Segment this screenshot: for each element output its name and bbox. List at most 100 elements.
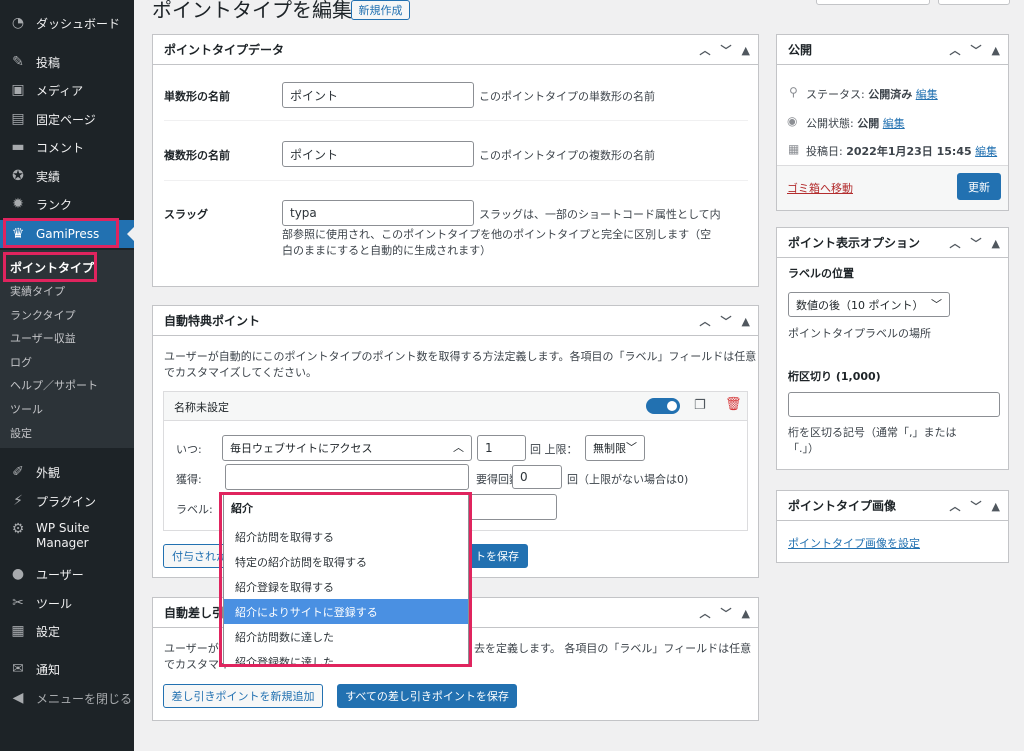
menu-appearance[interactable]: ✐ 外観 xyxy=(0,458,134,486)
chevron-up-icon[interactable]: ︿ xyxy=(700,313,711,329)
separator-help: 桁を区切る記号（通常「,」または xyxy=(788,426,957,439)
help-tab[interactable] xyxy=(938,0,1010,5)
auto-award-desc-line2: でカスタマイズしてください。 xyxy=(164,366,318,379)
new-button[interactable]: 新規作成 xyxy=(351,0,410,20)
auto-deduct-desc-left: ユーザーが xyxy=(164,642,219,655)
status-edit-link[interactable]: 編集 xyxy=(916,88,938,101)
mail-icon: ✉ xyxy=(12,661,24,677)
chevron-down-icon[interactable]: ﹀ xyxy=(971,235,982,251)
menu-label: ツール xyxy=(36,596,73,611)
chevron-up-icon[interactable]: ︿ xyxy=(950,235,961,251)
toggle-arrow-icon[interactable]: ▲ xyxy=(742,315,750,328)
chevron-down-icon[interactable]: ﹀ xyxy=(971,42,982,58)
menu-pages[interactable]: ▤ 固定ページ xyxy=(0,105,134,133)
label-position-label: ラベルの位置 xyxy=(788,267,854,280)
earn-input[interactable] xyxy=(225,464,469,490)
limit-label: 回 上限： xyxy=(530,443,578,456)
award-icon: ✪ xyxy=(12,168,24,184)
menu-collapse[interactable]: ◀ メニューを閉じる xyxy=(0,684,134,712)
menu-label: メディア xyxy=(36,83,84,98)
submenu-help-support[interactable]: ヘルプ／サポート xyxy=(10,377,98,393)
date-edit-link[interactable]: 編集 xyxy=(975,145,997,158)
chevron-down-icon[interactable]: ﹀ xyxy=(971,498,982,514)
menu-dashboard[interactable]: ◔ ダッシュボード xyxy=(0,9,134,37)
singular-input[interactable]: ポイント xyxy=(282,82,474,108)
slug-help-line2: 部参照に使用され、このポイントタイプを他のポイントタイプと完全に区別します（空 xyxy=(282,228,712,241)
separator-input[interactable] xyxy=(788,392,1000,417)
type-image-panel: ポイントタイプ画像 ︿ ﹀ ▲ xyxy=(776,490,1009,563)
date-row: 投稿日: 2022年1月23日 15:45 編集 xyxy=(806,143,997,159)
menu-users[interactable]: ● ユーザー xyxy=(0,560,134,588)
toggle-arrow-icon[interactable]: ▲ xyxy=(992,500,1000,513)
menu-label: コメント xyxy=(36,140,85,155)
menu-media[interactable]: ▣ メディア xyxy=(0,76,134,104)
toggle-arrow-icon[interactable]: ▲ xyxy=(992,237,1000,250)
panel-title: 自動差し引 xyxy=(164,606,225,620)
copy-icon[interactable]: ❐ xyxy=(694,398,706,413)
chevron-up-icon[interactable]: ︿ xyxy=(700,42,711,58)
menu-ranks[interactable]: ✹ ランク xyxy=(0,190,134,218)
panel-title: 自動特典ポイント xyxy=(164,314,261,328)
menu-settings[interactable]: ▦ 設定 xyxy=(0,617,134,645)
visibility-label: 公開状態: xyxy=(806,117,854,130)
panel-header: 自動特典ポイント ︿ ﹀ ▲ xyxy=(153,306,758,336)
plural-input[interactable]: ポイント xyxy=(282,141,474,167)
add-deduct-button[interactable]: 差し引きポイントを新規追加 xyxy=(163,684,323,708)
count-input[interactable]: 1 xyxy=(477,435,526,461)
divider xyxy=(164,120,748,121)
menu-achievements[interactable]: ✪ 実績 xyxy=(0,162,134,190)
chevron-up-icon[interactable]: ︿ xyxy=(950,498,961,514)
limit-select[interactable]: 無制限 ﹀ xyxy=(585,435,645,461)
submenu-achievement-types[interactable]: 実績タイプ xyxy=(10,283,65,299)
chevron-down-icon[interactable]: ﹀ xyxy=(721,313,732,329)
submenu-rank-types[interactable]: ランクタイプ xyxy=(10,307,76,323)
menu-label: 実績 xyxy=(36,169,61,184)
toggle-arrow-icon[interactable]: ▲ xyxy=(992,44,1000,57)
admin-sidebar: ◔ ダッシュボード ✎ 投稿 ▣ メディア ▤ 固定ページ ▬ コメント ✪ 実績 ✹ ランク… xyxy=(0,0,134,751)
required-times-input[interactable]: 0 xyxy=(512,465,562,489)
chevron-up-icon[interactable]: ︿ xyxy=(950,42,961,58)
slug-help: スラッグは、一部のショートコード属性として内 xyxy=(479,208,721,221)
trash-link[interactable]: ゴミ箱へ移動 xyxy=(787,180,853,196)
submenu-tools[interactable]: ツール xyxy=(10,401,43,417)
award-toggle[interactable] xyxy=(646,398,680,414)
panel-title: ポイント表示オプション xyxy=(788,236,921,250)
label-position-select[interactable]: 数値の後（10 ポイント） ﹀ xyxy=(788,292,950,317)
plugin-icon: ⚡ xyxy=(13,493,23,509)
submenu-user-earnings[interactable]: ユーザー収益 xyxy=(10,330,76,346)
wrench-icon: ✂ xyxy=(12,595,24,611)
menu-notifications[interactable]: ✉ 通知 xyxy=(0,655,134,683)
toggle-arrow-icon[interactable]: ▲ xyxy=(742,607,750,620)
menu-tools[interactable]: ✂ ツール xyxy=(0,589,134,617)
chevron-down-icon[interactable]: ﹀ xyxy=(721,42,732,58)
panel-title: ポイントタイプデータ xyxy=(164,43,285,57)
when-select[interactable]: 毎日ウェブサイトにアクセス ︿ xyxy=(222,435,472,461)
chevron-up-icon: ︿ xyxy=(453,441,464,455)
menu-plugins[interactable]: ⚡ プラグイン xyxy=(0,487,134,515)
update-button[interactable]: 更新 xyxy=(957,173,1001,200)
chevron-up-icon[interactable]: ︿ xyxy=(700,605,711,621)
submenu-settings[interactable]: 設定 xyxy=(10,425,32,441)
menu-label: ユーザー xyxy=(36,567,84,582)
submenu-logs[interactable]: ログ xyxy=(10,354,32,370)
menu-label: 固定ページ xyxy=(36,112,96,127)
menu-wp-suite-manager[interactable]: ⚙ WP Suite Manager xyxy=(0,521,134,555)
visibility-edit-link[interactable]: 編集 xyxy=(883,117,905,130)
menu-label: 設定 xyxy=(36,624,61,639)
save-deducts-button[interactable]: すべての差し引きポイントを保存 xyxy=(337,684,517,708)
slug-input[interactable]: typa xyxy=(282,200,474,226)
trash-icon[interactable]: 🗑 xyxy=(725,397,742,412)
status-label: ステータス: xyxy=(806,88,865,101)
eye-icon: ◉ xyxy=(787,114,798,128)
set-image-link[interactable]: ポイントタイプ画像を設定 xyxy=(788,535,920,551)
user-icon: ● xyxy=(11,566,25,582)
menu-posts[interactable]: ✎ 投稿 xyxy=(0,48,134,76)
chevron-down-icon[interactable]: ﹀ xyxy=(721,605,732,621)
toggle-arrow-icon[interactable]: ▲ xyxy=(742,44,750,57)
date-label: 投稿日: xyxy=(806,145,843,158)
dashboard-icon: ◔ xyxy=(11,15,25,31)
highlight-point-types xyxy=(3,252,97,282)
menu-comments[interactable]: ▬ コメント xyxy=(0,133,134,161)
screen-options-tab[interactable] xyxy=(816,0,930,5)
divider xyxy=(164,180,748,181)
